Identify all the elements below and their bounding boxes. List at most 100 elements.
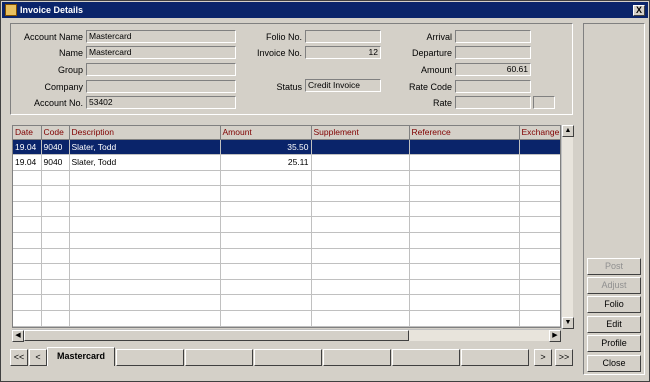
table-cell — [41, 201, 70, 218]
tab-empty[interactable] — [185, 349, 253, 366]
close-button[interactable]: Close — [587, 355, 641, 372]
arrival-field[interactable] — [455, 30, 531, 43]
table-cell — [311, 248, 410, 265]
rate-extra-field[interactable] — [533, 96, 555, 109]
column-header[interactable]: Exchange — [519, 126, 560, 140]
table-cell — [220, 294, 312, 312]
status-field[interactable]: Credit Invoice — [305, 79, 381, 92]
table-cell — [519, 216, 560, 234]
name-label: Name — [58, 48, 83, 58]
table-cell — [13, 310, 42, 327]
tab-next-button[interactable]: > — [534, 349, 552, 366]
empty-table-row[interactable] — [13, 170, 560, 187]
arrival-label: Arrival — [426, 32, 452, 42]
table-cell — [311, 139, 410, 156]
column-header[interactable]: Supplement — [311, 126, 410, 140]
rate-code-label: Rate Code — [408, 82, 452, 92]
table-cell — [13, 216, 42, 234]
scroll-down-icon[interactable]: ▼ — [562, 317, 574, 329]
tab-last-button[interactable]: >> — [555, 349, 573, 366]
group-field[interactable] — [86, 63, 236, 76]
column-header[interactable]: Amount — [220, 126, 312, 140]
table-cell — [41, 294, 70, 312]
table-cell: 19.04 — [13, 154, 42, 171]
window-title: Invoice Details — [20, 5, 84, 15]
tab-prev-button[interactable]: < — [29, 349, 47, 366]
table-cell — [13, 279, 42, 296]
table-cell — [409, 170, 520, 187]
column-header[interactable]: Description — [69, 126, 221, 140]
postings-grid: Date Code Description Amount Supplement Refer… — [12, 125, 561, 328]
tab-empty[interactable] — [254, 349, 322, 366]
table-cell — [220, 185, 312, 202]
table-cell — [311, 232, 410, 249]
account-name-field[interactable]: Mastercard — [86, 30, 236, 43]
table-cell — [13, 170, 42, 187]
scroll-left-icon[interactable]: ◀ — [12, 330, 24, 342]
edit-button[interactable]: Edit — [587, 316, 641, 333]
table-cell — [220, 248, 312, 265]
empty-table-row[interactable] — [13, 279, 560, 296]
table-cell — [409, 216, 520, 234]
close-window-icon[interactable]: X — [633, 5, 645, 16]
column-header[interactable]: Code — [41, 126, 70, 140]
tab-mastercard[interactable]: Mastercard — [47, 347, 115, 366]
rate-field[interactable] — [455, 96, 531, 109]
column-header[interactable]: Date — [13, 126, 42, 140]
post-button[interactable]: Post — [587, 258, 641, 275]
table-row[interactable]: 19.04 9040 Slater, Todd 35.50 — [13, 139, 560, 156]
table-cell — [519, 294, 560, 312]
tab-empty[interactable] — [323, 349, 391, 366]
tab-empty[interactable] — [392, 349, 460, 366]
empty-table-row[interactable] — [13, 294, 560, 312]
table-cell — [409, 154, 520, 171]
column-header[interactable]: Reference — [409, 126, 520, 140]
horizontal-scroll-thumb[interactable] — [24, 330, 409, 341]
table-cell — [311, 170, 410, 187]
table-cell — [409, 201, 520, 218]
rate-code-field[interactable] — [455, 80, 531, 93]
table-cell — [69, 216, 221, 234]
table-cell — [41, 248, 70, 265]
account-no-label: Account No. — [33, 98, 83, 108]
tab-first-button[interactable]: << — [10, 349, 28, 366]
table-cell — [220, 170, 312, 187]
profile-button[interactable]: Profile — [587, 335, 641, 352]
departure-field[interactable] — [455, 46, 531, 59]
table-cell — [311, 294, 410, 312]
invoice-no-field[interactable]: 12 — [305, 46, 381, 59]
horizontal-scrollbar[interactable]: ◀ ▶ — [12, 329, 561, 342]
empty-table-row[interactable] — [13, 185, 560, 202]
tab-empty[interactable] — [116, 349, 184, 366]
empty-table-row[interactable] — [13, 216, 560, 234]
table-cell: Slater, Todd — [69, 139, 221, 156]
vertical-scrollbar[interactable]: ▲ ▼ — [561, 125, 574, 329]
table-cell — [69, 170, 221, 187]
company-field[interactable] — [86, 80, 236, 93]
table-cell — [13, 263, 42, 280]
empty-table-row[interactable] — [13, 263, 560, 280]
table-cell — [220, 279, 312, 296]
folio-button[interactable]: Folio — [587, 296, 641, 313]
empty-table-row[interactable] — [13, 248, 560, 265]
empty-table-row[interactable] — [13, 232, 560, 249]
table-cell — [69, 294, 221, 312]
table-cell — [220, 263, 312, 280]
folio-no-field[interactable] — [305, 30, 381, 43]
table-cell — [519, 154, 560, 171]
amount-label: Amount — [420, 65, 452, 75]
tab-empty[interactable] — [461, 349, 529, 366]
amount-field[interactable]: 60.61 — [455, 63, 531, 76]
table-cell — [409, 232, 520, 249]
table-row[interactable]: 19.04 9040 Slater, Todd 25.11 — [13, 154, 560, 171]
scroll-up-icon[interactable]: ▲ — [562, 125, 574, 137]
name-field[interactable]: Mastercard — [86, 46, 236, 59]
empty-table-row[interactable] — [13, 310, 560, 327]
account-no-field[interactable]: 53402 — [86, 96, 236, 109]
empty-table-row[interactable] — [13, 201, 560, 218]
table-cell: 19.04 — [13, 139, 42, 156]
table-cell — [519, 201, 560, 218]
adjust-button[interactable]: Adjust — [587, 277, 641, 294]
departure-label: Departure — [411, 48, 452, 58]
scroll-right-icon[interactable]: ▶ — [549, 330, 561, 342]
